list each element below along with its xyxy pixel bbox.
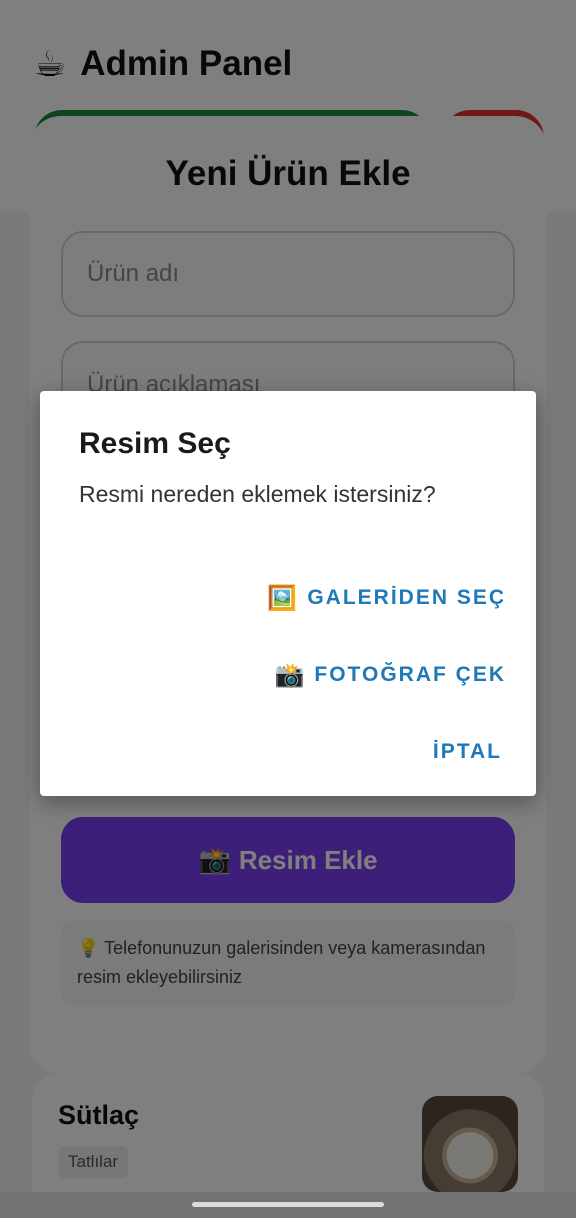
choose-from-gallery-label: GALERİDEN SEÇ xyxy=(307,586,506,609)
choose-from-gallery-button[interactable]: 🖼️ GALERİDEN SEÇ xyxy=(267,574,506,622)
system-nav-bar xyxy=(0,1192,576,1218)
take-photo-button[interactable]: 📸 FOTOĞRAF ÇEK xyxy=(274,651,506,699)
dialog-message: Resmi nereden eklemek istersiniz? xyxy=(79,481,436,507)
cancel-button[interactable]: İPTAL xyxy=(433,728,502,776)
home-gesture-handle[interactable] xyxy=(192,1202,384,1207)
camera-flash-icon: 📸 xyxy=(274,661,305,689)
cancel-label: İPTAL xyxy=(432,740,502,763)
image-source-dialog: Resim Seç Resmi nereden eklemek istersin… xyxy=(40,391,536,796)
take-photo-label: FOTOĞRAF ÇEK xyxy=(314,663,506,686)
picture-icon: 🖼️ xyxy=(267,584,298,612)
dialog-title: Resim Seç xyxy=(79,427,231,460)
